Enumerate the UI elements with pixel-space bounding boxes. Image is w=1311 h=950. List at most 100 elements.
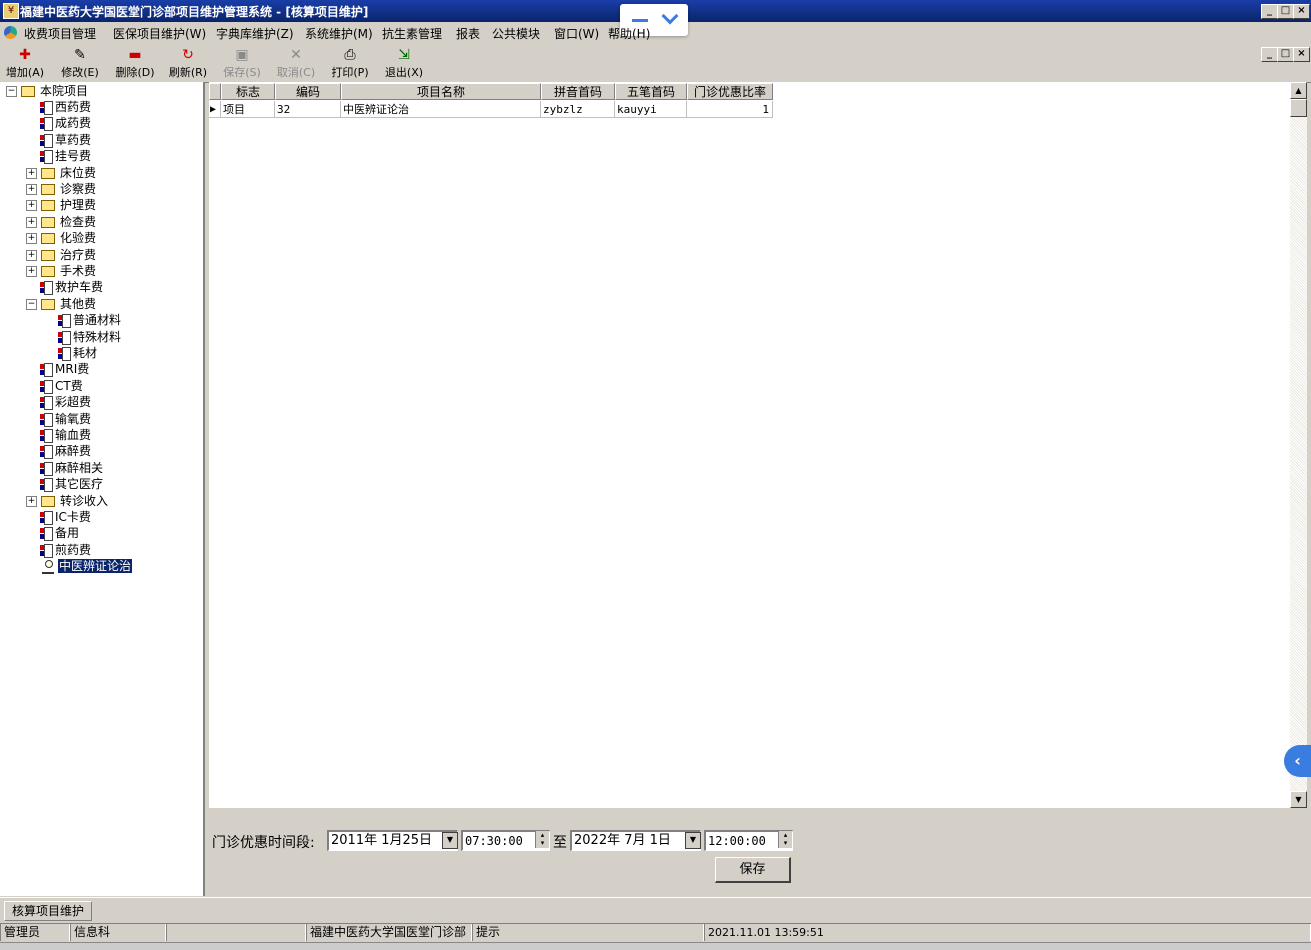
tree-item[interactable]: IC卡费 — [40, 509, 91, 525]
menu-insurance-items[interactable]: 医保项目维护(W) — [113, 25, 206, 42]
items-grid[interactable]: 标志 编码 项目名称 拼音首码 五笔首码 门诊优惠比率 ▶ 项目 32 中医辨证… — [209, 82, 1290, 808]
close-button[interactable]: × — [1293, 4, 1310, 19]
tree-item[interactable]: 特殊材料 — [58, 329, 121, 345]
tree-item[interactable]: + 转诊收入 — [26, 493, 108, 509]
cancel-label: 取消(C) — [276, 66, 316, 79]
expand-icon[interactable]: + — [26, 216, 37, 228]
tree-item[interactable]: 西药费 — [40, 99, 91, 115]
tree-item[interactable]: + 化验费 — [26, 230, 96, 246]
tree-item[interactable]: − 其他费 — [26, 296, 96, 312]
tree-item-label: 床位费 — [60, 165, 97, 180]
tree-item[interactable]: 耗材 — [58, 345, 97, 361]
expand-icon[interactable]: + — [26, 249, 37, 261]
maximize-button[interactable]: □ — [1277, 4, 1294, 19]
col-header-pinyin[interactable]: 拼音首码 — [541, 83, 615, 100]
tree-item[interactable]: 煎药费 — [40, 542, 91, 558]
expand-icon[interactable]: + — [26, 200, 37, 212]
tree-item[interactable]: 输氧费 — [40, 411, 91, 427]
menu-window[interactable]: 窗口(W) — [554, 25, 599, 42]
tree-root[interactable]: − 本院项目 — [6, 83, 88, 99]
tree-item-label: 特殊材料 — [73, 329, 122, 344]
tree-item-label: 转诊收入 — [60, 493, 109, 508]
col-header-ratio[interactable]: 门诊优惠比率 — [687, 83, 773, 100]
menu-antibiotics[interactable]: 抗生素管理 — [382, 25, 442, 42]
menu-reports[interactable]: 报表 — [456, 25, 480, 42]
cell-pinyin[interactable]: zybzlz — [541, 101, 615, 118]
side-panel-chevron-icon[interactable]: ‹ — [1284, 745, 1311, 777]
expand-icon[interactable]: + — [26, 495, 37, 507]
col-header-code[interactable]: 编码 — [275, 83, 341, 100]
cancel-button[interactable]: ✕ 取消(C) — [274, 46, 318, 80]
cell-flag[interactable]: 项目 — [221, 101, 275, 118]
tree-item[interactable]: + 护理费 — [26, 197, 96, 213]
period-label: 门诊优惠时间段: — [212, 835, 315, 851]
menu-help[interactable]: 帮助(H) — [608, 25, 650, 42]
cell-ratio[interactable]: 1 — [687, 101, 773, 118]
tree-item[interactable]: 麻醉费 — [40, 443, 91, 460]
tab-accounting-items[interactable]: 核算项目维护 — [4, 901, 92, 921]
col-header-flag[interactable]: 标志 — [221, 83, 275, 100]
expand-icon[interactable]: + — [26, 167, 37, 179]
folder-icon — [41, 233, 55, 245]
period-to-label: 至 — [553, 835, 567, 851]
col-header-name[interactable]: 项目名称 — [341, 83, 541, 100]
collapse-icon[interactable]: − — [26, 298, 37, 310]
start-date-picker[interactable]: 2011年 1月25日 — [327, 830, 458, 851]
vertical-scrollbar[interactable]: ▲ ▼ — [1290, 82, 1307, 808]
end-date-picker[interactable]: 2022年 7月 1日 — [570, 830, 701, 851]
tree-item[interactable]: CT费 — [40, 378, 83, 394]
tree-item[interactable]: 中医辨证论治 — [42, 558, 133, 574]
tree-item[interactable]: 救护车费 — [40, 279, 103, 296]
cell-name[interactable]: 中医辨证论治 — [341, 101, 541, 118]
tree-item[interactable]: + 治疗费 — [26, 247, 96, 263]
scroll-down-button[interactable]: ▼ — [1290, 791, 1307, 808]
start-time-spinner-icon[interactable]: ▴ ▾ — [535, 831, 549, 848]
tree-item[interactable]: + 手术费 — [26, 263, 96, 279]
expand-icon[interactable]: + — [26, 233, 37, 245]
expand-icon[interactable]: + — [26, 266, 37, 277]
edit-button[interactable]: ✎ 修改(E) — [58, 46, 102, 80]
menu-system[interactable]: 系统维护(M) — [305, 25, 373, 42]
tree-item[interactable]: 普通材料 — [58, 312, 121, 329]
delete-button[interactable]: ▬ 删除(D) — [113, 46, 157, 80]
menu-common[interactable]: 公共模块 — [492, 25, 540, 42]
minimize-button[interactable]: _ — [1261, 4, 1278, 19]
refresh-button[interactable]: ↻ 刷新(R) — [166, 46, 210, 80]
menu-dictionary[interactable]: 字典库维护(Z) — [216, 25, 294, 42]
end-time-spinner-icon[interactable]: ▴ ▾ — [778, 831, 792, 848]
tree-item[interactable]: 草药费 — [40, 132, 91, 148]
end-date-dropdown-icon[interactable]: ▼ — [685, 832, 701, 849]
save-period-button[interactable]: 保存 — [715, 857, 791, 883]
expand-icon[interactable]: + — [26, 184, 37, 195]
tree-item-label: 耗材 — [73, 346, 98, 360]
tree-item[interactable]: 成药费 — [40, 115, 91, 132]
tree-item[interactable]: 备用 — [40, 525, 79, 542]
scroll-thumb[interactable] — [1290, 99, 1307, 117]
cell-wubi[interactable]: kauyyi — [615, 101, 687, 118]
col-header-wubi[interactable]: 五笔首码 — [615, 83, 687, 100]
cell-code[interactable]: 32 — [275, 101, 341, 118]
fee-item-icon — [40, 117, 53, 132]
tree-item[interactable]: 挂号费 — [40, 148, 92, 165]
start-date-dropdown-icon[interactable]: ▼ — [442, 832, 458, 849]
print-button[interactable]: ⎙ 打印(P) — [328, 46, 372, 80]
exit-button[interactable]: ⇲ 退出(X) — [382, 46, 426, 80]
tree-item[interactable]: + 床位费 — [26, 165, 96, 181]
tree-item[interactable]: + 检查费 — [26, 214, 96, 230]
add-button[interactable]: ✚ 增加(A) — [3, 46, 47, 80]
folder-icon — [41, 216, 55, 228]
tree-item[interactable]: 输血费 — [40, 427, 91, 443]
fee-item-icon — [40, 150, 53, 165]
tree-item-label: 挂号费 — [55, 149, 92, 164]
scroll-up-button[interactable]: ▲ — [1290, 82, 1307, 99]
tree-item[interactable]: + 诊察费 — [26, 181, 96, 197]
category-tree[interactable]: − 本院项目 西药费 成药费 草药费 挂号费 + 床位费 + 诊察费 + 护理费 + 检查费 + 化验费 + 治… — [0, 82, 205, 896]
folder-icon — [41, 167, 55, 179]
save-toolbar-button[interactable]: ▣ 保存(S) — [220, 46, 264, 80]
tree-item[interactable]: 彩超费 — [40, 394, 91, 411]
mdi-tab-strip — [0, 897, 1311, 923]
tree-item[interactable]: 其它医疗 — [40, 476, 103, 493]
tree-item[interactable]: 麻醉相关 — [40, 460, 103, 476]
tree-item[interactable]: MRI费 — [40, 361, 89, 378]
menu-fee-items[interactable]: 收费项目管理 — [24, 25, 96, 42]
